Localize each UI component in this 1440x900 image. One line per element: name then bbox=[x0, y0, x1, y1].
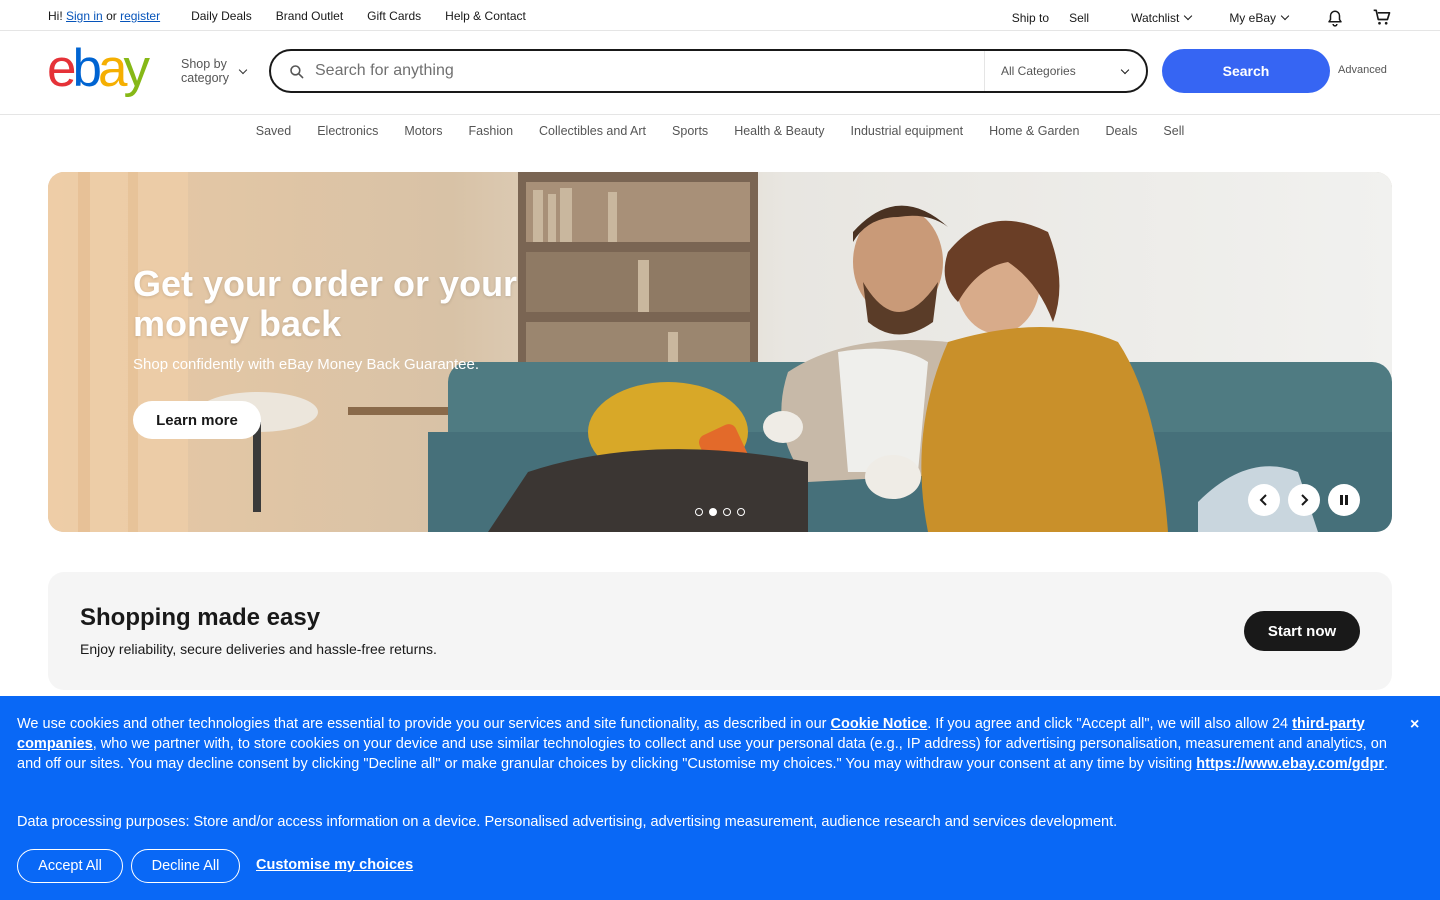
promo-title: Shopping made easy bbox=[80, 604, 321, 631]
accept-all-button[interactable]: Accept All bbox=[17, 849, 123, 883]
help-contact-link[interactable]: Help & Contact bbox=[445, 9, 526, 23]
nav-item-motors[interactable]: Motors bbox=[404, 124, 442, 144]
decline-all-button[interactable]: Decline All bbox=[131, 849, 240, 883]
chevron-right-icon bbox=[1301, 494, 1309, 506]
main-header: ebay Shop by category All Categories Sea… bbox=[0, 31, 1440, 115]
cookie-text-part1: We use cookies and other technologies th… bbox=[17, 716, 831, 732]
gdpr-link[interactable]: https://www.ebay.com/gdpr bbox=[1196, 756, 1384, 772]
data-processing-purposes: Data processing purposes: Store and/or a… bbox=[17, 814, 1118, 830]
learn-more-button[interactable]: Learn more bbox=[133, 401, 261, 439]
watchlist-menu[interactable]: Watchlist bbox=[1131, 11, 1193, 25]
nav-item-collectibles-art[interactable]: Collectibles and Art bbox=[539, 124, 646, 144]
search-icon bbox=[290, 65, 304, 79]
top-utility-bar: Hi! Sign in or register Daily Deals Bran… bbox=[0, 0, 1440, 31]
ship-to-link[interactable]: Ship to bbox=[1012, 11, 1049, 25]
nav-item-home-garden[interactable]: Home & Garden bbox=[989, 124, 1079, 144]
chevron-down-icon bbox=[238, 65, 248, 75]
search-input[interactable] bbox=[315, 60, 975, 82]
carousel-pause-button[interactable] bbox=[1328, 484, 1360, 516]
or-text: or bbox=[106, 9, 117, 23]
carousel-dot-3[interactable] bbox=[723, 508, 731, 516]
register-link[interactable]: register bbox=[120, 9, 160, 23]
shopping-made-easy-card: Shopping made easy Enjoy reliability, se… bbox=[48, 572, 1392, 690]
chevron-down-icon bbox=[1280, 11, 1290, 21]
pause-icon bbox=[1340, 495, 1348, 505]
shop-by-line2: category bbox=[181, 71, 229, 85]
start-now-button[interactable]: Start now bbox=[1244, 611, 1360, 651]
carousel-dot-1[interactable] bbox=[695, 508, 703, 516]
top-right-links: Ship to Sell Watchlist My eBay bbox=[992, 9, 1392, 27]
carousel-dot-2[interactable] bbox=[709, 508, 717, 516]
shopping-cart-icon[interactable] bbox=[1372, 7, 1392, 27]
hero-subtitle: Shop confidently with eBay Money Back Gu… bbox=[133, 356, 480, 373]
nav-item-sports[interactable]: Sports bbox=[672, 124, 708, 144]
nav-item-industrial-equipment[interactable]: Industrial equipment bbox=[851, 124, 964, 144]
cookie-notice-link[interactable]: Cookie Notice bbox=[831, 716, 928, 732]
nav-item-electronics[interactable]: Electronics bbox=[317, 124, 378, 144]
category-nav: Saved Electronics Motors Fashion Collect… bbox=[0, 124, 1440, 144]
category-select[interactable]: All Categories bbox=[984, 51, 1146, 91]
logo-letter-a: a bbox=[97, 39, 128, 98]
my-ebay-menu[interactable]: My eBay bbox=[1229, 11, 1290, 25]
sign-in-link[interactable]: Sign in bbox=[66, 9, 103, 23]
cookie-text-part4: . bbox=[1384, 756, 1389, 772]
carousel-next-button[interactable] bbox=[1288, 484, 1320, 516]
greeting: Hi! Sign in or register bbox=[48, 9, 160, 23]
gift-cards-link[interactable]: Gift Cards bbox=[367, 9, 421, 23]
advanced-search-link[interactable]: Advanced bbox=[1338, 64, 1387, 76]
brand-outlet-link[interactable]: Brand Outlet bbox=[276, 9, 343, 23]
category-select-value: All Categories bbox=[1001, 64, 1076, 78]
customise-choices-link[interactable]: Customise my choices bbox=[256, 857, 413, 873]
top-left-links: Hi! Sign in or register Daily Deals Bran… bbox=[48, 9, 550, 23]
promo-text: Enjoy reliability, secure deliveries and… bbox=[80, 641, 437, 657]
nav-item-saved[interactable]: Saved bbox=[256, 124, 291, 144]
hero-title: Get your order or your money back bbox=[133, 263, 518, 344]
nav-item-fashion[interactable]: Fashion bbox=[469, 124, 513, 144]
carousel-dots bbox=[695, 508, 751, 516]
hero-image bbox=[48, 172, 1392, 532]
hero-banner: Get your order or your money back Shop c… bbox=[48, 172, 1392, 532]
logo-letter-b: b bbox=[72, 39, 102, 98]
logo-letter-y: y bbox=[123, 39, 149, 98]
cookie-text-part3: , who we partner with, to store cookies … bbox=[17, 736, 1387, 772]
cookie-consent-banner: We use cookies and other technologies th… bbox=[0, 696, 1440, 900]
nav-item-deals[interactable]: Deals bbox=[1105, 124, 1137, 144]
logo-letter-e: e bbox=[47, 39, 77, 98]
ebay-logo[interactable]: ebay bbox=[47, 39, 150, 99]
shop-by-category-button[interactable]: Shop by category bbox=[181, 57, 229, 85]
daily-deals-link[interactable]: Daily Deals bbox=[191, 9, 252, 23]
carousel-prev-button[interactable] bbox=[1248, 484, 1280, 516]
sell-link[interactable]: Sell bbox=[1069, 11, 1089, 25]
search-bar: All Categories bbox=[269, 49, 1148, 93]
notification-bell-icon[interactable] bbox=[1326, 9, 1344, 27]
chevron-down-icon bbox=[1184, 11, 1193, 21]
chevron-left-icon bbox=[1259, 494, 1267, 506]
nav-item-sell[interactable]: Sell bbox=[1163, 124, 1184, 144]
chevron-down-icon bbox=[1120, 65, 1130, 75]
cookie-text: We use cookies and other technologies th… bbox=[17, 714, 1402, 774]
search-button[interactable]: Search bbox=[1162, 49, 1330, 93]
shop-by-line1: Shop by bbox=[181, 57, 227, 71]
nav-item-health-beauty[interactable]: Health & Beauty bbox=[734, 124, 824, 144]
greeting-prefix: Hi! bbox=[48, 9, 63, 23]
close-icon[interactable]: × bbox=[1410, 716, 1419, 734]
cookie-text-part2: . If you agree and click "Accept all", w… bbox=[927, 716, 1293, 732]
my-ebay-label: My eBay bbox=[1229, 11, 1276, 25]
carousel-dot-4[interactable] bbox=[737, 508, 745, 516]
watchlist-label: Watchlist bbox=[1131, 11, 1180, 25]
